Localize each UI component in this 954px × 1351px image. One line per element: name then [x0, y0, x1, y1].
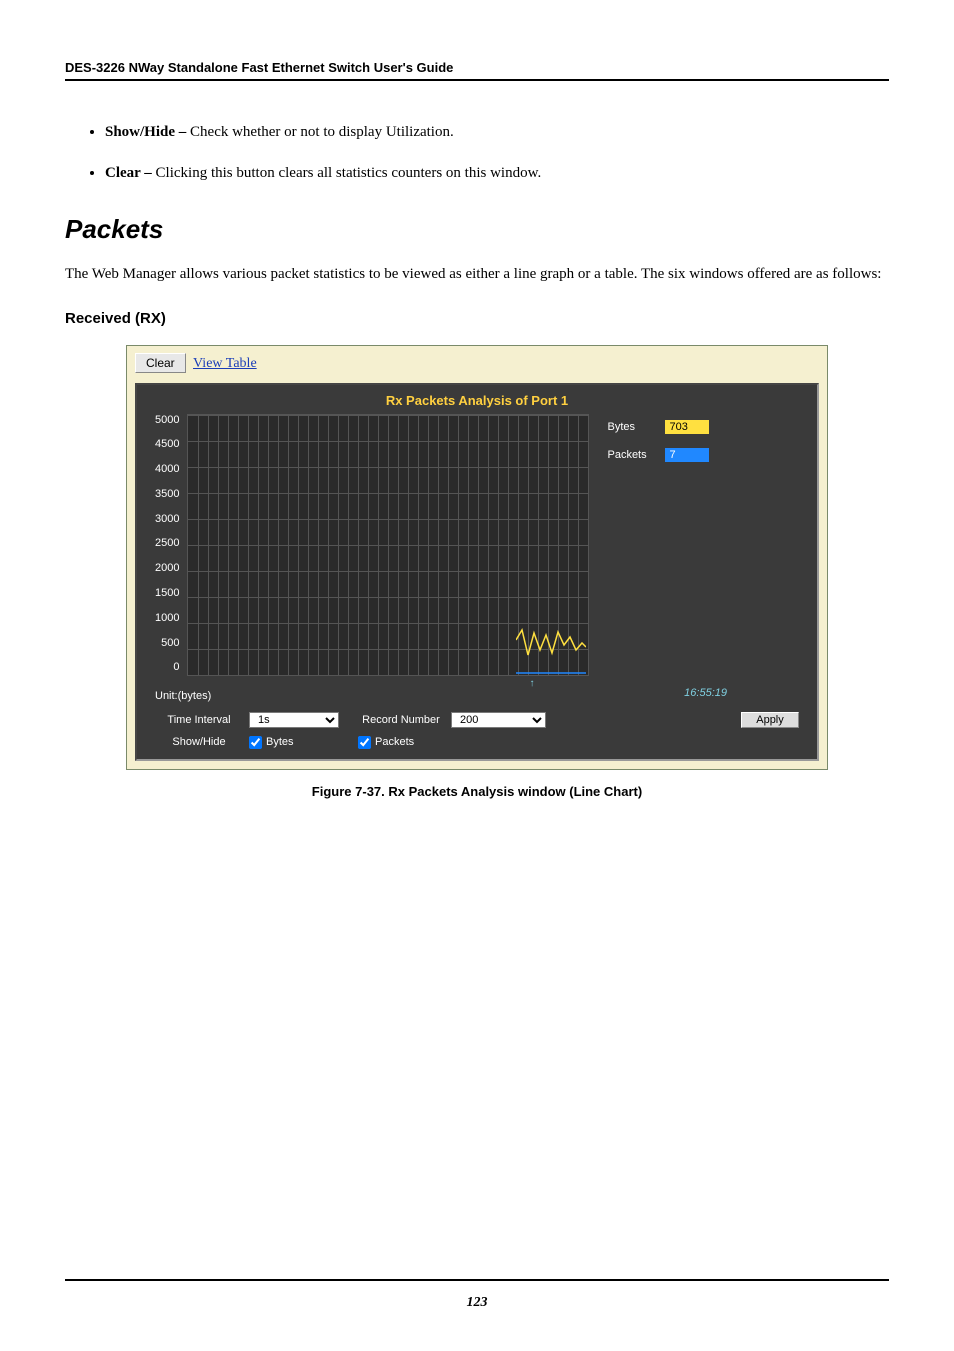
y-tick: 0 — [155, 661, 179, 673]
legend-packets-label: Packets — [607, 449, 655, 461]
y-tick: 3500 — [155, 488, 179, 500]
y-tick: 4000 — [155, 463, 179, 475]
packets-checkbox-label: Packets — [375, 736, 414, 748]
form-row-1: Time Interval 1s Record Number 200 Apply — [137, 708, 817, 732]
bullet-term: Show/Hide – — [105, 124, 190, 140]
y-tick: 500 — [155, 637, 179, 649]
bytes-checkbox[interactable] — [249, 736, 262, 749]
bullet-term: Clear – — [105, 165, 156, 181]
chart-panel: Rx Packets Analysis of Port 1 5000 4500 … — [135, 383, 819, 761]
y-tick: 2000 — [155, 562, 179, 574]
legend-packets-value: 7 — [665, 448, 709, 462]
body-paragraph: The Web Manager allows various packet st… — [65, 263, 889, 286]
legend-row-bytes: Bytes 703 — [607, 420, 709, 434]
x-axis-timestamp: 16:55:19 — [684, 687, 727, 699]
y-tick: 2500 — [155, 537, 179, 549]
y-tick: 5000 — [155, 414, 179, 426]
rx-packets-window: Clear View Table Rx Packets Analysis of … — [126, 345, 828, 770]
view-table-link[interactable]: View Table — [193, 356, 257, 371]
packets-trace — [516, 667, 586, 675]
header-rule — [65, 79, 889, 81]
chart-legend: Bytes 703 Packets 7 — [589, 414, 709, 676]
bullet-item: Clear – Clicking this button clears all … — [105, 162, 889, 185]
doc-header-title: DES-3226 NWay Standalone Fast Ethernet S… — [65, 60, 889, 75]
y-tick: 4500 — [155, 438, 179, 450]
y-tick: 1000 — [155, 612, 179, 624]
subsection-heading: Received (RX) — [65, 310, 889, 327]
window-toolbar: Clear View Table — [127, 346, 827, 383]
x-marker-icon: ↑ — [529, 678, 534, 689]
time-interval-select[interactable]: 1s — [249, 712, 339, 728]
y-tick: 1500 — [155, 587, 179, 599]
chart-title: Rx Packets Analysis of Port 1 — [137, 385, 817, 414]
record-number-label: Record Number — [351, 714, 451, 726]
time-interval-label: Time Interval — [149, 714, 249, 726]
bullet-desc: Clicking this button clears all statisti… — [156, 165, 542, 181]
chart-body: 5000 4500 4000 3500 3000 2500 2000 1500 … — [137, 414, 817, 682]
legend-bytes-value: 703 — [665, 420, 709, 434]
record-number-select[interactable]: 200 — [451, 712, 546, 728]
y-tick: 3000 — [155, 513, 179, 525]
form-row-2: Show/Hide Bytes Packets — [137, 732, 817, 759]
bullet-desc: Check whether or not to display Utilizat… — [190, 124, 454, 140]
packets-checkbox[interactable] — [358, 736, 371, 749]
legend-row-packets: Packets 7 — [607, 448, 709, 462]
bullet-item: Show/Hide – Check whether or not to disp… — [105, 121, 889, 144]
show-hide-label: Show/Hide — [149, 736, 249, 748]
apply-button[interactable]: Apply — [741, 712, 799, 728]
plot-area: ↑ — [187, 414, 589, 676]
page-number: 123 — [0, 1295, 954, 1311]
legend-bytes-label: Bytes — [607, 421, 655, 433]
bullet-list: Show/Hide – Check whether or not to disp… — [65, 121, 889, 184]
section-heading: Packets — [65, 214, 889, 245]
figure-caption: Figure 7-37. Rx Packets Analysis window … — [65, 784, 889, 799]
clear-button[interactable]: Clear — [135, 353, 186, 373]
y-axis: 5000 4500 4000 3500 3000 2500 2000 1500 … — [155, 414, 187, 674]
bytes-checkbox-label: Bytes — [266, 736, 346, 748]
document-page: DES-3226 NWay Standalone Fast Ethernet S… — [0, 0, 954, 1351]
footer-rule — [65, 1279, 889, 1281]
